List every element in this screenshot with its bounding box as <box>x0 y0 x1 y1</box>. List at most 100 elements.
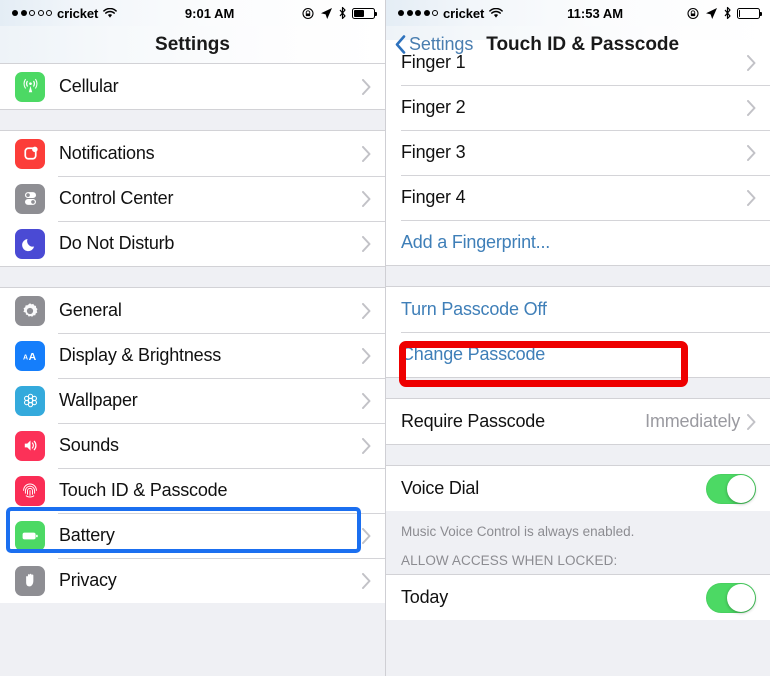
voice-dial-footnote: Music Voice Control is always enabled. <box>386 511 770 545</box>
chevron-right-icon <box>362 235 371 252</box>
alarm-lock-icon <box>687 7 699 19</box>
left-nav-bar: Settings <box>0 26 385 64</box>
control-center-icon <box>15 183 45 214</box>
today-toggle[interactable] <box>706 582 756 613</box>
notifications-icon <box>15 138 45 169</box>
sidebar-item-display-brightness[interactable]: A A Display & Brightness <box>0 333 385 378</box>
touch-id-icon <box>15 475 45 506</box>
right-settings-scroll[interactable]: Finger 1 Finger 2 Finger 3 Finger 4 Add … <box>386 40 770 676</box>
list-item-label: Finger 4 <box>401 187 466 207</box>
voice-dial-toggle[interactable] <box>706 473 756 504</box>
back-button-label: Settings <box>409 34 474 54</box>
bluetooth-icon <box>724 6 731 20</box>
require-passcode-value: Immediately <box>645 411 740 431</box>
allow-access-section-header: ALLOW ACCESS WHEN LOCKED: <box>386 545 770 574</box>
right-status-carrier-group: cricket <box>398 5 504 21</box>
right-status-bar: cricket 11:53 AM <box>386 0 770 26</box>
battery-icon <box>737 7 762 19</box>
chevron-right-icon <box>747 54 756 71</box>
fingerprints-group: Finger 1 Finger 2 Finger 3 Finger 4 Add … <box>386 40 770 265</box>
page-title: Settings <box>155 33 230 55</box>
sidebar-item-label: Notifications <box>59 143 155 163</box>
gear-icon <box>15 295 45 326</box>
turn-passcode-off-button[interactable]: Turn Passcode Off <box>386 287 770 332</box>
sidebar-item-label: Battery <box>59 525 115 545</box>
sidebar-item-label: Touch ID & Passcode <box>59 480 228 500</box>
sidebar-item-do-not-disturb[interactable]: Do Not Disturb <box>0 221 385 266</box>
sidebar-item-sounds[interactable]: Sounds <box>0 423 385 468</box>
sidebar-item-control-center[interactable]: Control Center <box>0 176 385 221</box>
alarm-lock-icon <box>302 7 314 19</box>
sidebar-item-cellular[interactable]: Cellular <box>0 64 385 109</box>
sidebar-item-label: Privacy <box>59 570 117 590</box>
left-status-icons <box>302 6 377 20</box>
back-button[interactable]: Settings <box>386 34 473 55</box>
left-status-bar: cricket 9:01 AM <box>0 0 385 26</box>
chevron-right-icon <box>362 78 371 95</box>
voice-dial-row[interactable]: Voice Dial <box>386 466 770 511</box>
section-gap <box>386 377 770 399</box>
cellular-icon <box>15 71 45 102</box>
chevron-right-icon <box>362 190 371 207</box>
page-title: Touch ID & Passcode <box>486 33 680 55</box>
sidebar-item-wallpaper[interactable]: Wallpaper <box>0 378 385 423</box>
dual-phone-screenshot: cricket 9:01 AM Settings Cellular Notifi… <box>0 0 770 676</box>
turn-passcode-off-label: Turn Passcode Off <box>401 299 547 319</box>
chevron-right-icon <box>362 392 371 409</box>
voice-dial-label: Voice Dial <box>401 478 480 498</box>
battery-icon <box>352 7 377 19</box>
list-item-finger-3[interactable]: Finger 3 <box>386 130 770 175</box>
require-passcode-label: Require Passcode <box>401 411 545 431</box>
section-gap <box>386 444 770 466</box>
sidebar-item-label: Cellular <box>59 76 119 96</box>
svg-text:A: A <box>23 354 28 361</box>
add-fingerprint-button[interactable]: Add a Fingerprint... <box>386 220 770 265</box>
sidebar-item-label: Control Center <box>59 188 174 208</box>
sidebar-item-privacy[interactable]: Privacy <box>0 558 385 603</box>
carrier-label: cricket <box>57 5 99 21</box>
settings-group-system: General A A Display & Brightness Wallpap… <box>0 288 385 603</box>
sidebar-item-touch-id-passcode[interactable]: Touch ID & Passcode <box>0 468 385 513</box>
settings-group-notifications: Notifications Control Center Do Not Dist… <box>0 131 385 266</box>
sidebar-item-battery[interactable]: Battery <box>0 513 385 558</box>
wifi-icon <box>489 7 504 18</box>
list-item-finger-2[interactable]: Finger 2 <box>386 85 770 130</box>
list-item-label: Finger 2 <box>401 97 466 117</box>
chevron-right-icon <box>362 145 371 162</box>
svg-text:A: A <box>29 350 37 362</box>
location-arrow-icon <box>321 7 332 19</box>
sidebar-item-label: General <box>59 300 122 320</box>
add-fingerprint-label: Add a Fingerprint... <box>401 232 551 252</box>
chevron-right-icon <box>747 99 756 116</box>
wallpaper-icon <box>15 385 45 416</box>
allow-access-group: Today <box>386 574 770 620</box>
left-status-carrier-group: cricket <box>12 5 118 21</box>
privacy-hand-icon <box>15 565 45 596</box>
left-settings-scroll[interactable]: Cellular Notifications Control Center Do… <box>0 64 385 676</box>
carrier-label: cricket <box>443 5 485 21</box>
sidebar-item-general[interactable]: General <box>0 288 385 333</box>
left-clock: 9:01 AM <box>184 5 235 21</box>
section-gap <box>0 109 385 131</box>
require-passcode-row[interactable]: Require Passcode Immediately <box>386 399 770 444</box>
change-passcode-button[interactable]: Change Passcode <box>386 332 770 377</box>
chevron-right-icon <box>362 437 371 454</box>
sidebar-item-label: Do Not Disturb <box>59 233 175 253</box>
today-row[interactable]: Today <box>386 575 770 620</box>
list-item-finger-4[interactable]: Finger 4 <box>386 175 770 220</box>
voice-dial-group: Voice Dial <box>386 466 770 511</box>
bluetooth-icon <box>339 6 346 20</box>
chevron-right-icon <box>362 347 371 364</box>
sidebar-item-notifications[interactable]: Notifications <box>0 131 385 176</box>
wifi-icon <box>103 7 118 18</box>
chevron-right-icon <box>362 302 371 319</box>
display-brightness-icon: A A <box>15 340 45 371</box>
passcode-group: Turn Passcode Off Change Passcode <box>386 287 770 377</box>
sounds-icon <box>15 430 45 461</box>
sidebar-item-label: Wallpaper <box>59 390 138 410</box>
require-passcode-group: Require Passcode Immediately <box>386 399 770 444</box>
right-clock: 11:53 AM <box>567 5 624 21</box>
signal-strength-dots <box>12 10 52 16</box>
sidebar-item-label: Display & Brightness <box>59 345 222 365</box>
chevron-right-icon <box>747 189 756 206</box>
